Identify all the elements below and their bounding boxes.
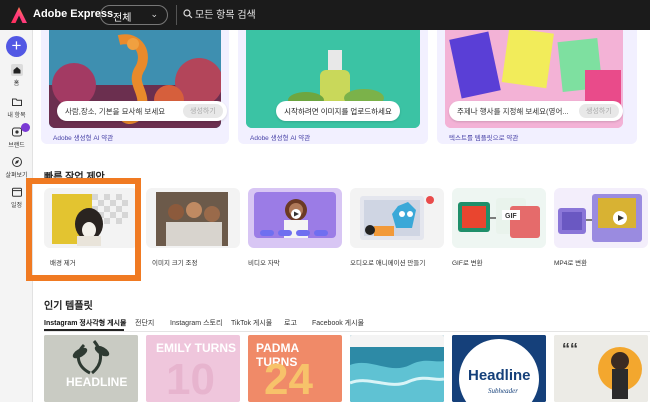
upload-image-card[interactable]: 시작하려면 이미지를 업로드하세요 Adobe 생성형 AI 약관: [238, 30, 428, 144]
ocean-wave-thumbnail: [350, 335, 444, 402]
rail-item-label: 홈: [13, 81, 20, 87]
template-card[interactable]: EMILY TURNS 10: [146, 335, 240, 402]
quick-action-label: MP4로 변환: [554, 260, 588, 267]
rail-item-label: 내 항목: [7, 113, 26, 119]
resize-image-thumbnail: [156, 192, 228, 246]
template-card[interactable]: HEADLINE: [44, 335, 138, 402]
top-bar: Adobe Express 전체 ⌄: [0, 0, 650, 30]
rail-item-label: 일정: [10, 203, 23, 209]
scope-select[interactable]: 전체 ⌄: [100, 5, 168, 25]
quick-action-resize-image[interactable]: [146, 188, 240, 248]
popular-templates-title: 인기 템플릿: [44, 301, 93, 312]
plant-headline-thumbnail: [44, 335, 138, 402]
svg-text:GIF: GIF: [505, 213, 517, 220]
ai-terms-link[interactable]: Adobe 생성형 AI 약관: [250, 132, 310, 142]
tab-instagram-square-post[interactable]: Instagram 정사각형 게시물: [44, 318, 126, 328]
highlight-annotation: [26, 178, 141, 281]
quick-action-label: 이미지 크기 조정: [152, 260, 198, 267]
ai-terms-link[interactable]: Adobe 생성형 AI 약관: [53, 132, 113, 142]
animate-audio-thumbnail: [360, 196, 434, 240]
premium-badge-icon: [21, 123, 30, 132]
quick-action-convert-to-mp4[interactable]: [554, 188, 648, 248]
prompt-placeholder: 사람,장소, 기본을 묘사해 보세요: [65, 107, 166, 116]
prompt-placeholder: 주제나 행사를 지정해 보세요(영어...: [457, 107, 569, 116]
calendar-icon: [11, 187, 22, 197]
generate-image-card[interactable]: 사람,장소, 기본을 묘사해 보세요 생성하기 Adobe 생성형 AI 약관: [41, 30, 229, 144]
template-card[interactable]: ““: [554, 335, 648, 402]
rail-item-explore[interactable]: 살펴보기: [0, 156, 33, 179]
tab-logo[interactable]: 로고: [284, 318, 297, 328]
search-input[interactable]: [195, 6, 495, 24]
template-card[interactable]: Headline Subheader: [452, 335, 546, 402]
template-card[interactable]: PADMA TURNS 24: [248, 335, 342, 402]
convert-gif-thumbnail: GIF: [458, 198, 540, 238]
rail-item-my-stuff[interactable]: 내 항목: [0, 96, 33, 119]
quick-action-video-captions[interactable]: [248, 188, 342, 248]
tab-instagram-story[interactable]: Instagram 스토리: [170, 318, 222, 328]
rail-item-label: 살펴보기: [5, 173, 28, 179]
ai-terms-link[interactable]: 텍스트를 템플릿으로 약관: [449, 132, 518, 142]
template-headline-text: HEADLINE: [66, 375, 128, 389]
rail-item-label: 브랜드: [8, 143, 25, 149]
quick-action-label: GIF로 변환: [452, 260, 483, 267]
compass-icon: [11, 157, 22, 167]
quick-action-convert-to-gif[interactable]: GIF: [452, 188, 546, 248]
template-title-text: EMILY TURNS: [156, 341, 237, 355]
template-headline-text: Headline: [468, 367, 531, 384]
template-number-text: 24: [264, 355, 313, 402]
quick-action-label: 오디오로 애니메이션 만들기: [350, 260, 426, 267]
tab-tiktok-post[interactable]: TikTok 게시물: [231, 318, 272, 328]
upload-image-button[interactable]: 시작하려면 이미지를 업로드하세요: [276, 101, 400, 121]
convert-mp4-thumbnail: [558, 194, 642, 242]
home-icon: [10, 64, 23, 76]
template-prompt-input[interactable]: 주제나 행사를 지정해 보세요(영어... 생성하기: [449, 101, 623, 121]
search-bar[interactable]: [176, 5, 650, 25]
create-button[interactable]: +: [6, 36, 27, 57]
search-icon: [183, 9, 193, 19]
template-quote-mark: ““: [562, 341, 578, 358]
folder-icon: [11, 98, 22, 106]
tab-facebook-post[interactable]: Facebook 게시물: [312, 318, 364, 328]
video-captions-thumbnail: [254, 192, 336, 238]
template-subheader-text: Subheader: [488, 387, 518, 395]
tabs-divider: [44, 331, 650, 332]
scope-selected-value: 전체: [113, 13, 132, 24]
quick-action-animate-from-audio[interactable]: [350, 188, 444, 248]
generate-prompt-input[interactable]: 사람,장소, 기본을 묘사해 보세요 생성하기: [57, 101, 227, 121]
quick-action-label: 비디오 자막: [248, 260, 280, 267]
template-card[interactable]: [350, 335, 444, 402]
adobe-express-logo-icon[interactable]: [10, 6, 28, 24]
generate-button[interactable]: 생성하기: [579, 104, 619, 118]
tab-flyer[interactable]: 전단지: [135, 318, 154, 328]
text-to-template-card[interactable]: 주제나 행사를 지정해 보세요(영어... 생성하기 텍스트를 템플릿으로 약관: [437, 30, 637, 144]
template-number-text: 10: [166, 355, 215, 402]
rail-item-home[interactable]: 홈: [0, 64, 33, 87]
generate-button[interactable]: 생성하기: [183, 104, 223, 118]
rail-item-brand[interactable]: 브랜드: [0, 123, 33, 149]
chevron-down-icon: ⌄: [150, 9, 158, 19]
